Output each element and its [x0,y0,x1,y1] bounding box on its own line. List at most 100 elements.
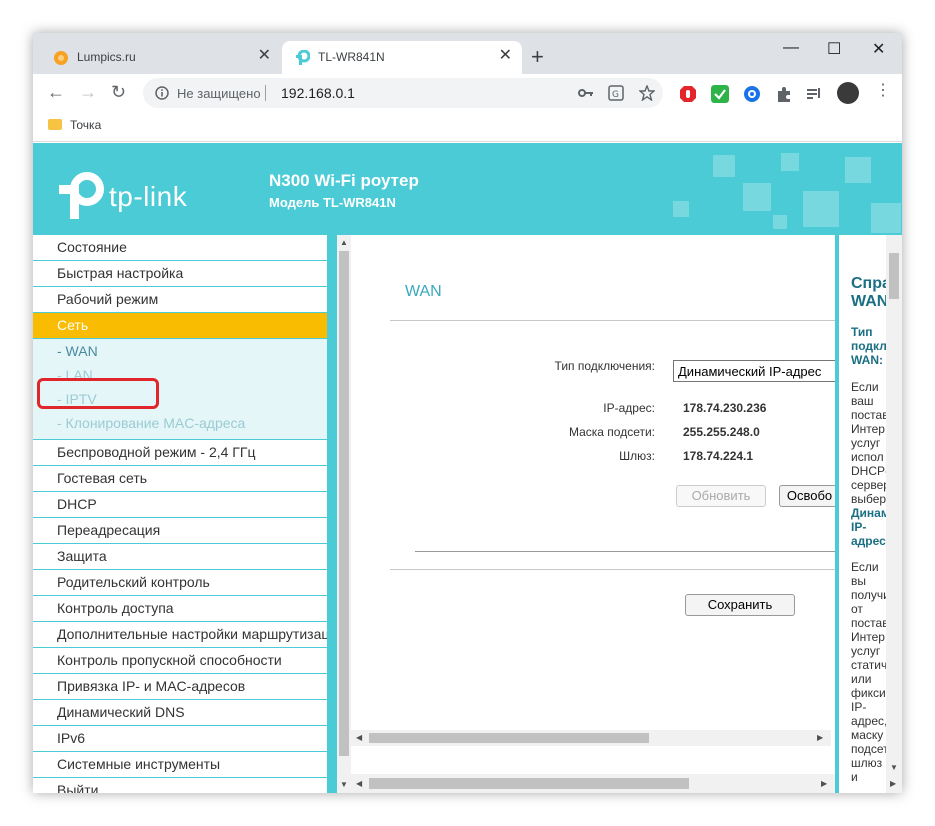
mask-label: Маска подсети: [568,425,655,439]
decor-square [871,203,901,233]
close-window-button[interactable]: ✕ [872,39,885,59]
product-name: N300 Wi-Fi роутер [269,171,419,190]
content-hscrollbar[interactable]: ◀ ▶ [351,730,831,746]
bookmark-label: Точка [70,118,102,132]
sidebar-scrollbar[interactable]: ▲ ▼ [337,235,351,793]
submenu-item-mac-clone[interactable]: - Клонирование MAC-адреса [33,411,327,435]
refresh-button[interactable]: Обновить [676,485,766,507]
scrollbar-thumb[interactable] [369,778,689,789]
sidebar-item-dhcp[interactable]: DHCP [33,492,327,518]
browser-window: Lumpics.ru ✕ TL-WR841N ✕ + — ☐ ✕ ← → ↻ Н… [33,33,902,793]
minimize-button[interactable]: — [783,39,799,57]
orange-favicon-icon [54,51,68,65]
maximize-button[interactable]: ☐ [827,39,841,59]
star-icon[interactable] [639,85,655,101]
sidebar-item-forwarding[interactable]: Переадресация [33,518,327,544]
sidebar-item-network[interactable]: Сеть [33,313,327,339]
sidebar-item-ip-mac-binding[interactable]: Привязка IP- и MAC-адресов [33,674,327,700]
sidebar-item-quick-setup[interactable]: Быстрая настройка [33,261,327,287]
scroll-down-icon[interactable]: ▼ [340,780,348,789]
security-label: Не защищено [177,86,261,101]
globe-extension-icon[interactable] [743,85,761,103]
decor-square [743,183,771,211]
scrollbar-thumb[interactable] [889,253,899,299]
decor-square [673,201,689,217]
gateway-value: 178.74.224.1 [683,449,754,463]
sidebar-item-bandwidth-control[interactable]: Контроль пропускной способности [33,648,327,674]
iptv-highlight-frame [37,378,159,409]
sidebar-item-status[interactable]: Состояние [33,235,327,261]
translate-icon[interactable]: G [608,85,624,101]
sidebar-item-wireless[interactable]: Беспроводной режим - 2,4 ГГц [33,440,327,466]
gateway-label: Шлюз: [619,449,655,463]
connection-type-label: Тип подключения: [554,359,655,373]
address-separator [265,85,266,101]
browser-toolbar: ← → ↻ Не защищено 192.168.0.1 G ⋮ [33,74,902,112]
ip-value: 178.74.230.236 [683,401,767,415]
address-bar[interactable]: Не защищено 192.168.0.1 G [143,78,663,108]
model-name: Модель TL-WR841N [269,195,396,210]
tab-lumpics[interactable]: Lumpics.ru ✕ [41,41,281,74]
save-button[interactable]: Сохранить [685,594,795,616]
scroll-right-icon[interactable]: ▶ [821,779,827,788]
forward-button[interactable]: → [79,83,97,101]
tab-close-icon[interactable]: ✕ [258,48,271,64]
bookmark-item[interactable]: Точка [48,118,101,132]
scroll-up-icon[interactable]: ▲ [340,238,348,247]
tab-router[interactable]: TL-WR841N ✕ [282,41,522,74]
info-icon[interactable] [155,86,169,100]
help-text: Если ваш постав Интер услуг испол DHCP- … [851,380,890,506]
scroll-left-icon[interactable]: ◀ [356,779,362,788]
sidebar-item-dynamic-dns[interactable]: Динамический DNS [33,700,327,726]
tplink-logo-icon [59,172,104,219]
sidebar-item-parental-control[interactable]: Родительский контроль [33,570,327,596]
divider [390,320,835,321]
reload-button[interactable]: ↻ [111,83,126,101]
scroll-right-icon[interactable]: ▶ [817,733,823,742]
key-icon[interactable] [578,87,594,99]
checkmark-extension-icon[interactable] [711,85,729,103]
sidebar-item-system-tools[interactable]: Системные инструменты [33,752,327,778]
ip-label: IP-адрес: [603,401,655,415]
adblock-icon[interactable] [679,85,697,103]
decor-square [845,157,871,183]
help-scrollbar[interactable]: ▼ ▶ [886,235,902,793]
bookmarks-bar: Точка [33,112,902,142]
new-tab-button[interactable]: + [531,46,544,68]
brand-logo-text: tp-link [109,181,188,212]
tplink-favicon-icon [296,50,310,65]
scroll-left-icon[interactable]: ◀ [356,733,362,742]
sidebar-item-ipv6[interactable]: IPv6 [33,726,327,752]
main-panel: WAN Тип подключения: Динамический IP-адр… [351,235,843,793]
scrollbar-thumb[interactable] [339,251,349,756]
url-text[interactable]: 192.168.0.1 [281,85,355,101]
sidebar-item-advanced-routing[interactable]: Дополнительные настройки маршрутизации [33,622,327,648]
svg-text:G: G [612,90,619,100]
sidebar-menu: Состояние Быстрая настройка Рабочий режи… [33,235,327,793]
scroll-right-icon[interactable]: ▶ [890,779,896,788]
decor-square [773,215,787,229]
sidebar-item-access-control[interactable]: Контроль доступа [33,596,327,622]
sidebar-divider [327,235,337,793]
media-playlist-icon[interactable] [805,85,823,103]
mask-value: 255.255.248.0 [683,425,760,439]
sidebar-item-logout[interactable]: Выйти [33,778,327,793]
divider [390,569,835,570]
menu-dots-icon[interactable]: ⋮ [875,83,891,99]
sidebar-item-security[interactable]: Защита [33,544,327,570]
page-hscrollbar[interactable]: ◀ ▶ [351,774,835,793]
tab-close-icon[interactable]: ✕ [499,48,512,64]
release-button[interactable]: Освобо [779,485,839,507]
submenu-item-wan[interactable]: - WAN [33,339,327,363]
sidebar-item-operation-mode[interactable]: Рабочий режим [33,287,327,313]
tab-strip: Lumpics.ru ✕ TL-WR841N ✕ + — ☐ ✕ [33,33,902,74]
connection-type-select[interactable]: Динамический IP-адрес [673,360,843,382]
scroll-down-icon[interactable]: ▼ [890,763,898,772]
puzzle-extensions-icon[interactable] [775,85,793,103]
decor-square [803,191,839,227]
decor-square [713,155,735,177]
back-button[interactable]: ← [47,83,65,101]
sidebar-item-guest-network[interactable]: Гостевая сеть [33,466,327,492]
scrollbar-thumb[interactable] [369,733,649,743]
profile-avatar[interactable] [837,82,859,104]
